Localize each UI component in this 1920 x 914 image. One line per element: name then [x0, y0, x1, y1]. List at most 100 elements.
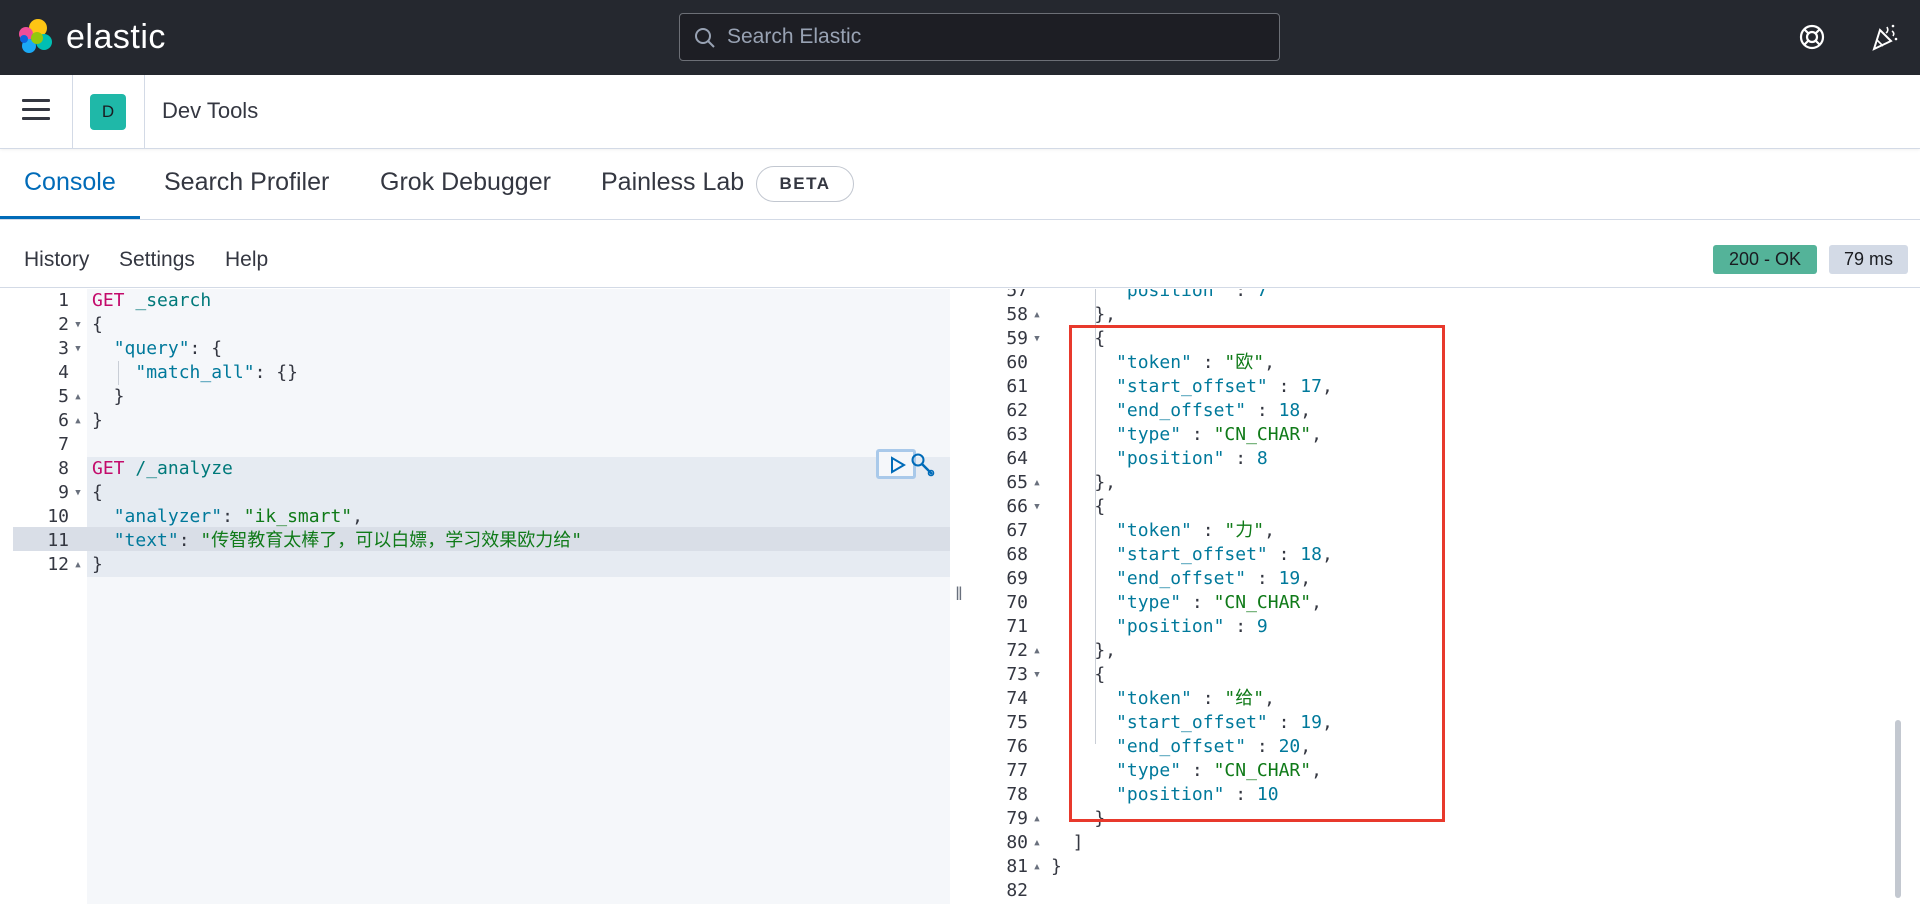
wrench-icon[interactable] — [910, 452, 936, 478]
fold-open-icon[interactable]: ▼ — [1032, 327, 1042, 351]
tab-grok-debugger[interactable]: Grok Debugger — [380, 168, 551, 220]
code-token: { — [92, 314, 103, 335]
search-input[interactable] — [727, 14, 1267, 60]
fold-open-icon[interactable]: ▼ — [73, 481, 83, 505]
active-tab-indicator — [0, 216, 140, 219]
line-number: 81 — [1006, 856, 1028, 877]
global-search[interactable] — [679, 13, 1280, 61]
code-line: { — [92, 313, 103, 337]
code-line: "position" : 7 — [1051, 289, 1268, 303]
play-icon — [891, 456, 906, 474]
line-number: 6 — [58, 410, 69, 431]
console-toolbar: History Settings Help — [0, 220, 1920, 288]
line-number: 80 — [1006, 832, 1028, 853]
divider — [144, 75, 145, 149]
search-icon — [695, 28, 715, 48]
code-token: ] — [1051, 832, 1084, 853]
global-header: elastic — [0, 0, 1920, 75]
help-link[interactable]: Help — [225, 248, 268, 272]
line-number: 60 — [1006, 352, 1028, 373]
request-editor[interactable]: 1 GET _search 2 ▼{3 ▼ "query": {4 "match_all… — [13, 289, 950, 904]
line-number: 5 — [58, 386, 69, 407]
panel-resizer[interactable]: ‖ — [953, 582, 965, 606]
line-number: 71 — [1006, 616, 1028, 637]
code-token: _search — [135, 290, 212, 311]
code-line: ] — [1051, 831, 1084, 855]
settings-link[interactable]: Settings — [119, 248, 195, 272]
code-token: { — [92, 482, 103, 503]
response-scrollbar[interactable] — [1895, 720, 1901, 898]
fold-open-icon[interactable]: ▼ — [1032, 495, 1042, 519]
fold-close-icon[interactable]: ▲ — [73, 385, 83, 409]
fold-open-icon[interactable]: ▼ — [73, 313, 83, 337]
line-number: 8 — [58, 458, 69, 479]
code-line: GET _search — [92, 289, 211, 313]
status-badge: 200 - OK — [1713, 245, 1817, 274]
code-token: } — [92, 386, 125, 407]
fold-open-icon[interactable]: ▼ — [73, 337, 83, 361]
line-number: 1 — [58, 290, 69, 311]
code-line: "match_all": {} — [92, 361, 298, 385]
newsfeed-icon[interactable] — [1869, 22, 1899, 52]
line-number: 66 — [1006, 496, 1028, 517]
code-token: 7 — [1256, 289, 1268, 301]
breadcrumb-dev-tools[interactable]: Dev Tools — [162, 98, 258, 124]
tab-console[interactable]: Console — [24, 168, 116, 220]
line-number: 78 — [1006, 784, 1028, 805]
line-number: 4 — [58, 362, 69, 383]
code-token: : — [1224, 289, 1257, 301]
code-line: } — [92, 409, 103, 433]
line-number: 79 — [1006, 808, 1028, 829]
code-token: "text" — [113, 530, 179, 551]
code-token: }, — [1051, 304, 1117, 325]
fold-close-icon[interactable]: ▲ — [1032, 831, 1042, 855]
line-number: 65 — [1006, 472, 1028, 493]
line-number: 68 — [1006, 544, 1028, 565]
code-token: GET — [92, 290, 125, 311]
app-header: D Dev Tools — [0, 75, 1920, 149]
line-number: 2 — [58, 314, 69, 335]
line-number: 57 — [1006, 289, 1028, 301]
code-line: }, — [1051, 303, 1116, 327]
line-number: 70 — [1006, 592, 1028, 613]
code-token: "传智教育太棒了，可以白嫖，学习效果欧力给" — [200, 530, 583, 551]
line-number: 77 — [1006, 760, 1028, 781]
line-number: 10 — [47, 506, 69, 527]
line-number: 3 — [58, 338, 69, 359]
fold-close-icon[interactable]: ▲ — [73, 553, 83, 577]
response-time-badge: 79 ms — [1829, 245, 1908, 274]
fold-close-icon[interactable]: ▲ — [1032, 471, 1042, 495]
code-token: "analyzer" — [113, 506, 223, 527]
code-token: "match_all" — [135, 362, 255, 383]
code-line: } — [92, 553, 103, 577]
code-token: : — [178, 530, 201, 551]
code-line: "analyzer": "ik_smart", — [92, 505, 363, 529]
code-token: } — [1051, 856, 1062, 877]
fold-close-icon[interactable]: ▲ — [1032, 807, 1042, 831]
fold-close-icon[interactable]: ▲ — [1032, 639, 1042, 663]
history-link[interactable]: History — [24, 248, 89, 272]
elastic-logo-icon[interactable] — [16, 17, 56, 57]
line-number: 73 — [1006, 664, 1028, 685]
help-lifebuoy-icon[interactable] — [1797, 22, 1827, 52]
tab-search-profiler[interactable]: Search Profiler — [164, 168, 329, 220]
code-line: GET /_analyze — [92, 457, 233, 481]
highlight-box — [1069, 325, 1445, 822]
code-line: } — [1051, 855, 1062, 879]
code-token: , — [352, 506, 363, 527]
fold-close-icon[interactable]: ▲ — [1032, 855, 1042, 879]
code-token: : — [222, 506, 244, 527]
code-line: "query": { — [92, 337, 222, 361]
brand-name[interactable]: elastic — [66, 18, 166, 57]
fold-open-icon[interactable]: ▼ — [1032, 663, 1042, 687]
hamburger-menu-icon[interactable] — [22, 99, 50, 123]
fold-close-icon[interactable]: ▲ — [1032, 303, 1042, 327]
tab-painless-lab[interactable]: Painless Lab — [601, 168, 744, 220]
code-token: "query" — [113, 338, 190, 359]
fold-close-icon[interactable]: ▲ — [73, 409, 83, 433]
space-avatar[interactable]: D — [90, 94, 126, 130]
